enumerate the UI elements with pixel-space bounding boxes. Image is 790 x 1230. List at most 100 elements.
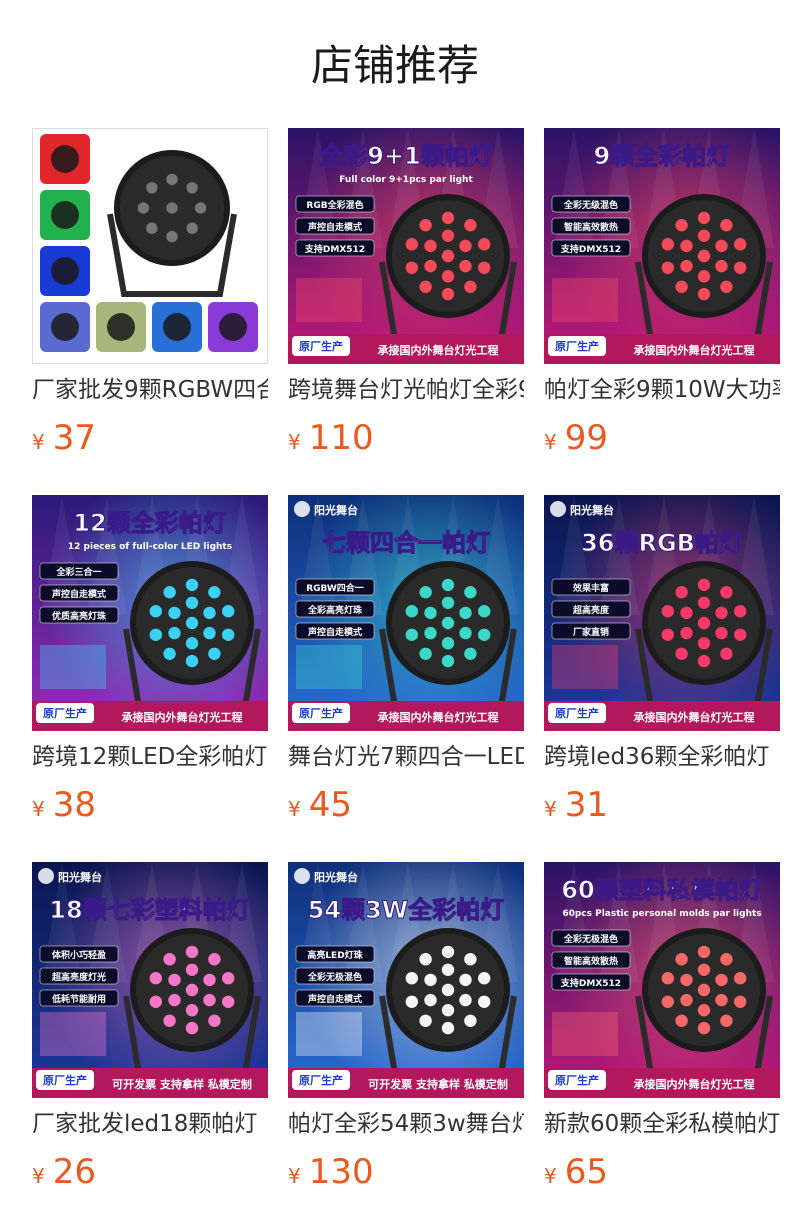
svg-text:12 pieces of full-color LED li: 12 pieces of full-color LED lights bbox=[68, 542, 232, 552]
svg-text:全彩高亮灯珠: 全彩高亮灯珠 bbox=[307, 604, 363, 616]
svg-text:全彩无级混色: 全彩无级混色 bbox=[563, 199, 618, 211]
product-image[interactable]: 阳光舞台 18颗七彩塑料帕灯 体积小巧轻盈 超高亮度灯光 低耗节能耐用 原厂生产 可开发票 … bbox=[32, 862, 268, 1098]
svg-text:原厂生产: 原厂生产 bbox=[555, 1073, 599, 1087]
svg-text:原厂生产: 原厂生产 bbox=[43, 1073, 87, 1087]
page-title: 店铺推荐 bbox=[310, 41, 479, 90]
svg-text:全彩无极混色: 全彩无极混色 bbox=[563, 933, 618, 945]
svg-text:体积小巧轻盈: 体积小巧轻盈 bbox=[52, 949, 106, 961]
price-amount: 110 bbox=[308, 418, 374, 458]
svg-text:9颗全彩帕灯: 9颗全彩帕灯 bbox=[594, 142, 731, 170]
svg-text:12颗全彩帕灯: 12颗全彩帕灯 bbox=[73, 509, 226, 537]
product-card[interactable]: 阳光舞台七颗四合一帕灯 RGBW四合一 全彩高亮灯珠 声控自走模式原厂生产 承接国内外舞… bbox=[288, 495, 524, 825]
product-card[interactable]: 厂家批发9颗RGBW四合一帕灯 ¥37 bbox=[32, 128, 268, 458]
product-image[interactable]: 阳光舞台 54颗3W全彩帕灯 高亮LED灯珠 全彩无极混色 声控自走模式 原厂生产 可开发票… bbox=[288, 862, 524, 1098]
product-image[interactable]: 全彩9+1颗帕灯 Full color 9+1pcs par light RGB全彩… bbox=[288, 128, 524, 364]
svg-text:声控自走模式: 声控自走模式 bbox=[307, 993, 362, 1005]
svg-text:全彩三合一: 全彩三合一 bbox=[55, 566, 101, 578]
svg-text:智能高效散热: 智能高效散热 bbox=[564, 221, 618, 233]
svg-text:效果丰富: 效果丰富 bbox=[573, 582, 609, 594]
price-amount: 65 bbox=[564, 1152, 608, 1192]
product-card[interactable]: 12颗全彩帕灯 12 pieces of full-color LED light… bbox=[32, 495, 268, 825]
svg-text:可开发票 支持拿样 私模定制: 可开发票 支持拿样 私模定制 bbox=[112, 1077, 252, 1091]
product-price: ¥130 bbox=[288, 1150, 374, 1194]
product-card[interactable]: 全彩9+1颗帕灯 Full color 9+1pcs par light RGB全彩… bbox=[288, 128, 524, 458]
svg-text:阳光舞台: 阳光舞台 bbox=[314, 503, 358, 517]
svg-text:高亮LED灯珠: 高亮LED灯珠 bbox=[307, 949, 363, 961]
product-name[interactable]: 跨境12颗LED全彩帕灯 bbox=[32, 739, 268, 775]
svg-text:原厂生产: 原厂生产 bbox=[299, 339, 343, 353]
product-price: ¥37 bbox=[32, 416, 96, 460]
price-amount: 99 bbox=[564, 418, 608, 458]
svg-text:全彩9+1颗帕灯: 全彩9+1颗帕灯 bbox=[318, 142, 493, 170]
product-price: ¥65 bbox=[544, 1150, 608, 1194]
product-name[interactable]: 厂家批发led18颗帕灯 bbox=[32, 1106, 268, 1142]
product-name[interactable]: 跨境舞台灯光帕灯全彩9+1 bbox=[288, 372, 524, 408]
product-price: ¥31 bbox=[544, 783, 608, 827]
product-name[interactable]: 新款60颗全彩私模帕灯 bbox=[544, 1106, 780, 1142]
svg-text:承接国内外舞台灯光工程: 承接国内外舞台灯光工程 bbox=[378, 343, 499, 357]
product-image[interactable]: 阳光舞台七颗四合一帕灯 RGBW四合一 全彩高亮灯珠 声控自走模式原厂生产 承接国内外舞… bbox=[288, 495, 524, 731]
svg-text:声控自走模式: 声控自走模式 bbox=[51, 588, 106, 600]
product-price: ¥38 bbox=[32, 783, 96, 827]
svg-text:RGB全彩混色: RGB全彩混色 bbox=[306, 199, 363, 211]
svg-text:优质高亮灯珠: 优质高亮灯珠 bbox=[52, 610, 107, 622]
product-name[interactable]: 帕灯全彩54颗3w舞台灯 bbox=[288, 1106, 524, 1142]
svg-text:18颗七彩塑料帕灯: 18颗七彩塑料帕灯 bbox=[49, 896, 250, 924]
product-price: ¥110 bbox=[288, 416, 374, 460]
svg-text:智能高效散热: 智能高效散热 bbox=[564, 955, 618, 967]
currency-symbol: ¥ bbox=[544, 1164, 557, 1188]
svg-text:低耗节能耐用: 低耗节能耐用 bbox=[51, 993, 106, 1005]
product-price: ¥99 bbox=[544, 416, 608, 460]
svg-text:60pcs Plastic personal molds p: 60pcs Plastic personal molds par lights bbox=[562, 909, 761, 919]
price-amount: 26 bbox=[52, 1152, 96, 1192]
svg-text:承接国内外舞台灯光工程: 承接国内外舞台灯光工程 bbox=[634, 710, 755, 724]
product-image[interactable]: 9颗全彩帕灯全彩无级混色 智能高效散热 支持DMX512 原厂生产 承接国内外舞台灯光工… bbox=[544, 128, 780, 364]
svg-text:超高亮度灯光: 超高亮度灯光 bbox=[51, 971, 106, 983]
product-card[interactable]: 60颗塑料私模帕灯 60pcs Plastic personal molds pa… bbox=[544, 862, 780, 1192]
svg-text:60颗塑料私模帕灯: 60颗塑料私模帕灯 bbox=[561, 876, 762, 904]
svg-text:阳光舞台: 阳光舞台 bbox=[570, 503, 614, 517]
svg-text:声控自走模式: 声控自走模式 bbox=[307, 221, 362, 233]
svg-text:RGBW四合一: RGBW四合一 bbox=[306, 582, 364, 594]
product-card[interactable]: 阳光舞台 54颗3W全彩帕灯 高亮LED灯珠 全彩无极混色 声控自走模式 原厂生产 可开发票… bbox=[288, 862, 524, 1192]
product-image[interactable]: 阳光舞台 36颗RGB帕灯 效果丰富 超高亮度 厂家直销 原厂生产 承接国内外舞台灯光工程 bbox=[544, 495, 780, 731]
price-amount: 37 bbox=[52, 418, 96, 458]
currency-symbol: ¥ bbox=[544, 430, 557, 454]
svg-text:厂家直销: 厂家直销 bbox=[573, 626, 609, 638]
currency-symbol: ¥ bbox=[32, 1164, 45, 1188]
product-name[interactable]: 跨境led36颗全彩帕灯 bbox=[544, 739, 780, 775]
product-name[interactable]: 厂家批发9颗RGBW四合一帕灯 bbox=[32, 372, 268, 408]
product-card[interactable]: 9颗全彩帕灯全彩无级混色 智能高效散热 支持DMX512 原厂生产 承接国内外舞台灯光工… bbox=[544, 128, 780, 458]
currency-symbol: ¥ bbox=[32, 797, 45, 821]
svg-text:可开发票 支持拿样 私模定制: 可开发票 支持拿样 私模定制 bbox=[368, 1077, 508, 1091]
svg-text:承接国内外舞台灯光工程: 承接国内外舞台灯光工程 bbox=[378, 710, 499, 724]
svg-text:承接国内外舞台灯光工程: 承接国内外舞台灯光工程 bbox=[634, 1077, 755, 1091]
price-amount: 38 bbox=[52, 785, 96, 825]
svg-text:承接国内外舞台灯光工程: 承接国内外舞台灯光工程 bbox=[122, 710, 243, 724]
product-card[interactable]: 阳光舞台 18颗七彩塑料帕灯 体积小巧轻盈 超高亮度灯光 低耗节能耐用 原厂生产 可开发票 … bbox=[32, 862, 268, 1192]
product-name[interactable]: 舞台灯光7颗四合一LED帕灯 bbox=[288, 739, 524, 775]
product-image[interactable]: 60颗塑料私模帕灯 60pcs Plastic personal molds pa… bbox=[544, 862, 780, 1098]
svg-text:七颗四合一帕灯: 七颗四合一帕灯 bbox=[322, 529, 490, 557]
product-card[interactable]: 阳光舞台 36颗RGB帕灯 效果丰富 超高亮度 厂家直销 原厂生产 承接国内外舞台灯光工程 … bbox=[544, 495, 780, 825]
svg-text:原厂生产: 原厂生产 bbox=[555, 339, 599, 353]
svg-text:54颗3W全彩帕灯: 54颗3W全彩帕灯 bbox=[308, 896, 505, 924]
svg-text:原厂生产: 原厂生产 bbox=[555, 706, 599, 720]
svg-text:支持DMX512: 支持DMX512 bbox=[560, 243, 621, 255]
product-image[interactable]: 12颗全彩帕灯 12 pieces of full-color LED light… bbox=[32, 495, 268, 731]
svg-text:原厂生产: 原厂生产 bbox=[299, 706, 343, 720]
price-amount: 45 bbox=[308, 785, 352, 825]
svg-text:36颗RGB帕灯: 36颗RGB帕灯 bbox=[581, 529, 743, 557]
svg-text:声控自走模式: 声控自走模式 bbox=[307, 626, 362, 638]
svg-text:全彩无极混色: 全彩无极混色 bbox=[307, 971, 362, 983]
currency-symbol: ¥ bbox=[544, 797, 557, 821]
svg-text:支持DMX512: 支持DMX512 bbox=[304, 243, 365, 255]
price-amount: 31 bbox=[564, 785, 608, 825]
product-price: ¥26 bbox=[32, 1150, 96, 1194]
currency-symbol: ¥ bbox=[32, 430, 45, 454]
product-image[interactable] bbox=[32, 128, 268, 364]
product-name[interactable]: 帕灯全彩9颗10W大功率 bbox=[544, 372, 780, 408]
svg-text:原厂生产: 原厂生产 bbox=[299, 1073, 343, 1087]
svg-text:承接国内外舞台灯光工程: 承接国内外舞台灯光工程 bbox=[634, 343, 755, 357]
currency-symbol: ¥ bbox=[288, 1164, 301, 1188]
